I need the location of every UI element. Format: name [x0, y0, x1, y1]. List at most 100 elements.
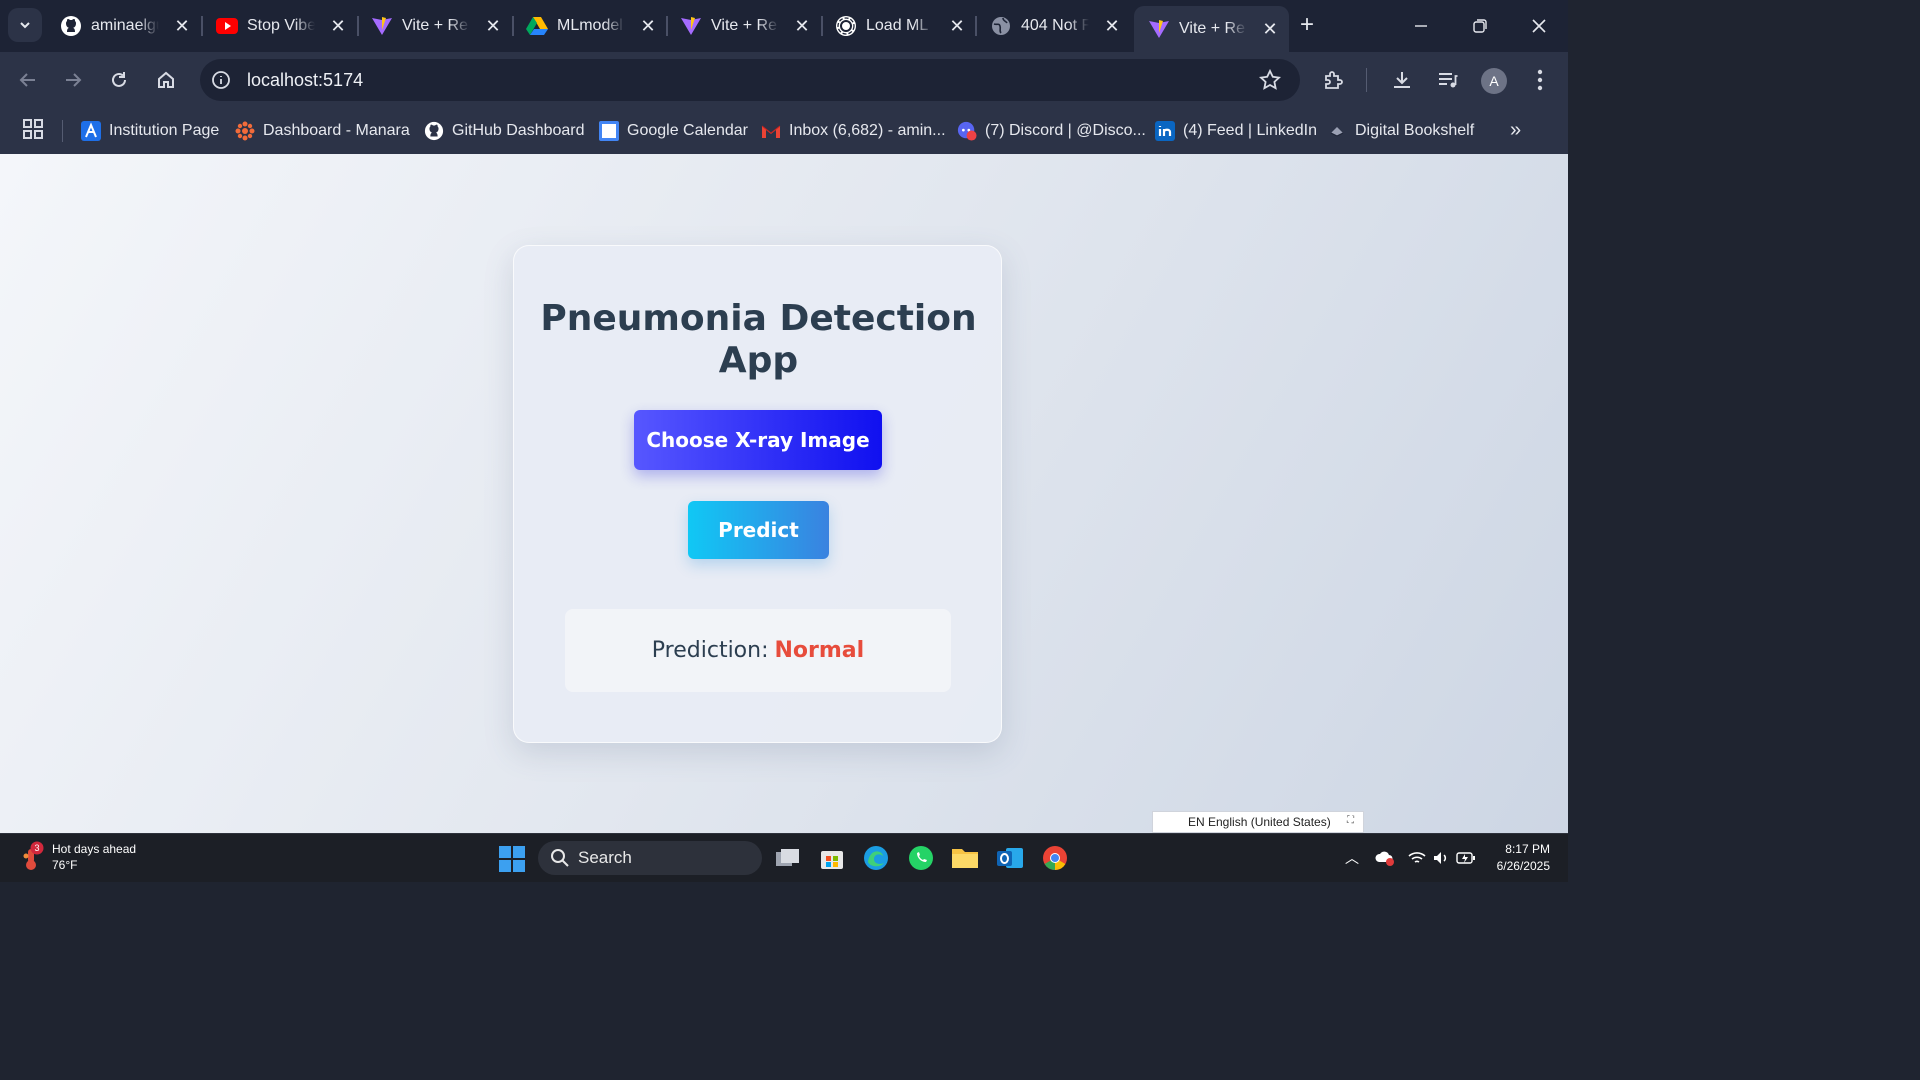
predict-button[interactable]: Predict — [688, 501, 829, 559]
battery-status[interactable] — [1456, 848, 1476, 868]
file-explorer-app[interactable] — [950, 843, 980, 873]
close-icon[interactable]: ✕ — [1259, 18, 1281, 40]
bookmarks-bar: Institution Page Dashboard - Manara GitH… — [0, 108, 1568, 154]
speaker-icon — [1434, 852, 1447, 864]
browser-toolbar: localhost:5174 A — [0, 52, 1568, 108]
cloud-error-icon — [1375, 851, 1394, 866]
language-indicator-popup[interactable]: EN English (United States) ⛶ — [1152, 811, 1364, 833]
prediction-label: Prediction: — [651, 638, 769, 663]
close-icon[interactable]: ✕ — [482, 15, 504, 37]
bookmark-label: GitHub Dashboard — [452, 122, 585, 139]
info-icon[interactable] — [210, 69, 232, 91]
folder-icon — [952, 849, 978, 868]
puzzle-icon — [1325, 71, 1343, 89]
menu-button[interactable] — [1526, 66, 1554, 94]
bookmark-bookshelf[interactable]: Digital Bookshelf — [1327, 117, 1474, 145]
prediction-value: Normal — [774, 638, 865, 663]
close-icon[interactable]: ✕ — [791, 15, 813, 37]
bookmark-label: Dashboard - Manara — [263, 122, 410, 139]
address-bar[interactable]: localhost:5174 — [200, 59, 1300, 101]
url-text[interactable]: localhost:5174 — [247, 70, 363, 91]
close-icon[interactable]: ✕ — [171, 15, 193, 37]
gmail-icon — [761, 121, 781, 141]
back-button[interactable] — [14, 66, 42, 94]
tab-404[interactable]: 404 Not F ✕ — [976, 6, 1131, 46]
chrome-icon — [1043, 846, 1067, 870]
tab-youtube[interactable]: Stop Vibe ✕ — [202, 6, 357, 46]
vite-icon — [1148, 18, 1170, 40]
close-icon[interactable]: ✕ — [327, 15, 349, 37]
minimize-icon — [1415, 25, 1427, 27]
bookmark-divider — [62, 120, 63, 142]
search-icon — [551, 849, 569, 867]
new-tab-button[interactable]: + — [1294, 11, 1320, 38]
chrome-app[interactable] — [1040, 843, 1070, 873]
reload-icon — [112, 72, 126, 87]
tab-title: Vite + Re — [1179, 20, 1245, 37]
microsoft-store-app[interactable] — [817, 843, 847, 873]
choose-xray-image-button[interactable]: Choose X-ray Image — [634, 410, 882, 470]
volume-control[interactable] — [1431, 848, 1451, 868]
minimize-button[interactable] — [1401, 8, 1441, 44]
playlist-icon — [1439, 73, 1458, 88]
home-icon — [158, 71, 174, 88]
bookmark-discord[interactable]: (7) Discord | @Disco... — [957, 117, 1146, 145]
tab-vite-1[interactable]: Vite + Re ✕ — [357, 6, 512, 46]
edge-app[interactable] — [861, 843, 891, 873]
tab-vite-active[interactable]: Vite + Re ✕ — [1134, 6, 1289, 52]
restore-button[interactable] — [1460, 8, 1500, 44]
whatsapp-icon — [909, 846, 933, 870]
system-clock[interactable]: 8:17 PM 6/26/2025 — [1490, 841, 1550, 875]
github-icon — [424, 121, 444, 141]
expand-icon[interactable]: ⛶ — [1347, 815, 1359, 829]
whatsapp-app[interactable] — [906, 843, 936, 873]
more-bookmarks-button[interactable]: » — [1510, 119, 1521, 142]
onedrive-status[interactable] — [1375, 848, 1395, 868]
bookmark-manara[interactable]: Dashboard - Manara — [235, 117, 410, 145]
bookmark-github[interactable]: GitHub Dashboard — [424, 117, 585, 145]
app-card: Pneumonia Detection App Choose X-ray Ima… — [513, 245, 1002, 743]
tab-drive[interactable]: MLmodel ✕ — [512, 6, 667, 46]
bookmark-label: Digital Bookshelf — [1355, 122, 1475, 139]
downloads-button[interactable] — [1388, 66, 1416, 94]
store-icon — [821, 851, 843, 869]
bookmark-gmail[interactable]: Inbox (6,682) - amin... — [761, 117, 946, 145]
forward-arrow-icon — [66, 73, 82, 87]
reload-button[interactable] — [105, 66, 133, 94]
bookmark-linkedin[interactable]: (4) Feed | LinkedIn — [1155, 117, 1317, 145]
tab-vite-2[interactable]: Vite + Re ✕ — [666, 6, 821, 46]
taskbar-search[interactable]: Search — [538, 841, 762, 875]
close-window-button[interactable] — [1519, 8, 1559, 44]
forward-button[interactable] — [59, 66, 87, 94]
weather-widget[interactable]: 3 Hot days ahead 76°F — [20, 841, 136, 873]
clock-time: 8:17 PM — [1505, 842, 1550, 856]
outlook-app[interactable] — [995, 843, 1025, 873]
github-icon — [60, 15, 82, 37]
extensions-button[interactable] — [1320, 66, 1348, 94]
close-icon[interactable]: ✕ — [637, 15, 659, 37]
battery-charging-icon — [1456, 852, 1475, 864]
show-hidden-icons-button[interactable]: ︿ — [1342, 848, 1362, 868]
chevron-double-right-icon: » — [1510, 119, 1522, 141]
profile-avatar[interactable]: A — [1481, 68, 1507, 94]
linkedin-icon — [1155, 121, 1175, 141]
bookmark-institution[interactable]: Institution Page — [81, 117, 219, 145]
chevron-up-icon: ︿ — [1345, 850, 1359, 866]
home-button[interactable] — [152, 66, 180, 94]
tab-github[interactable]: aminaelgu ✕ — [46, 6, 201, 46]
tab-chatgpt[interactable]: Load ML ✕ — [821, 6, 976, 46]
media-control-button[interactable] — [1434, 66, 1462, 94]
tab-search-button[interactable] — [8, 8, 42, 42]
chevron-down-icon — [20, 22, 30, 29]
close-icon[interactable]: ✕ — [1101, 15, 1123, 37]
calendar-icon — [599, 121, 619, 141]
apps-grid-icon[interactable] — [22, 118, 44, 140]
bookmark-star-icon[interactable] — [1258, 68, 1282, 92]
weather-temperature: 76°F — [52, 858, 78, 872]
wifi-status[interactable] — [1407, 848, 1427, 868]
task-view-button[interactable] — [773, 843, 803, 873]
start-button[interactable] — [498, 845, 526, 873]
page-title: Pneumonia Detection App — [540, 298, 977, 381]
bookmark-calendar[interactable]: Google Calendar — [599, 117, 748, 145]
close-icon[interactable]: ✕ — [946, 15, 968, 37]
